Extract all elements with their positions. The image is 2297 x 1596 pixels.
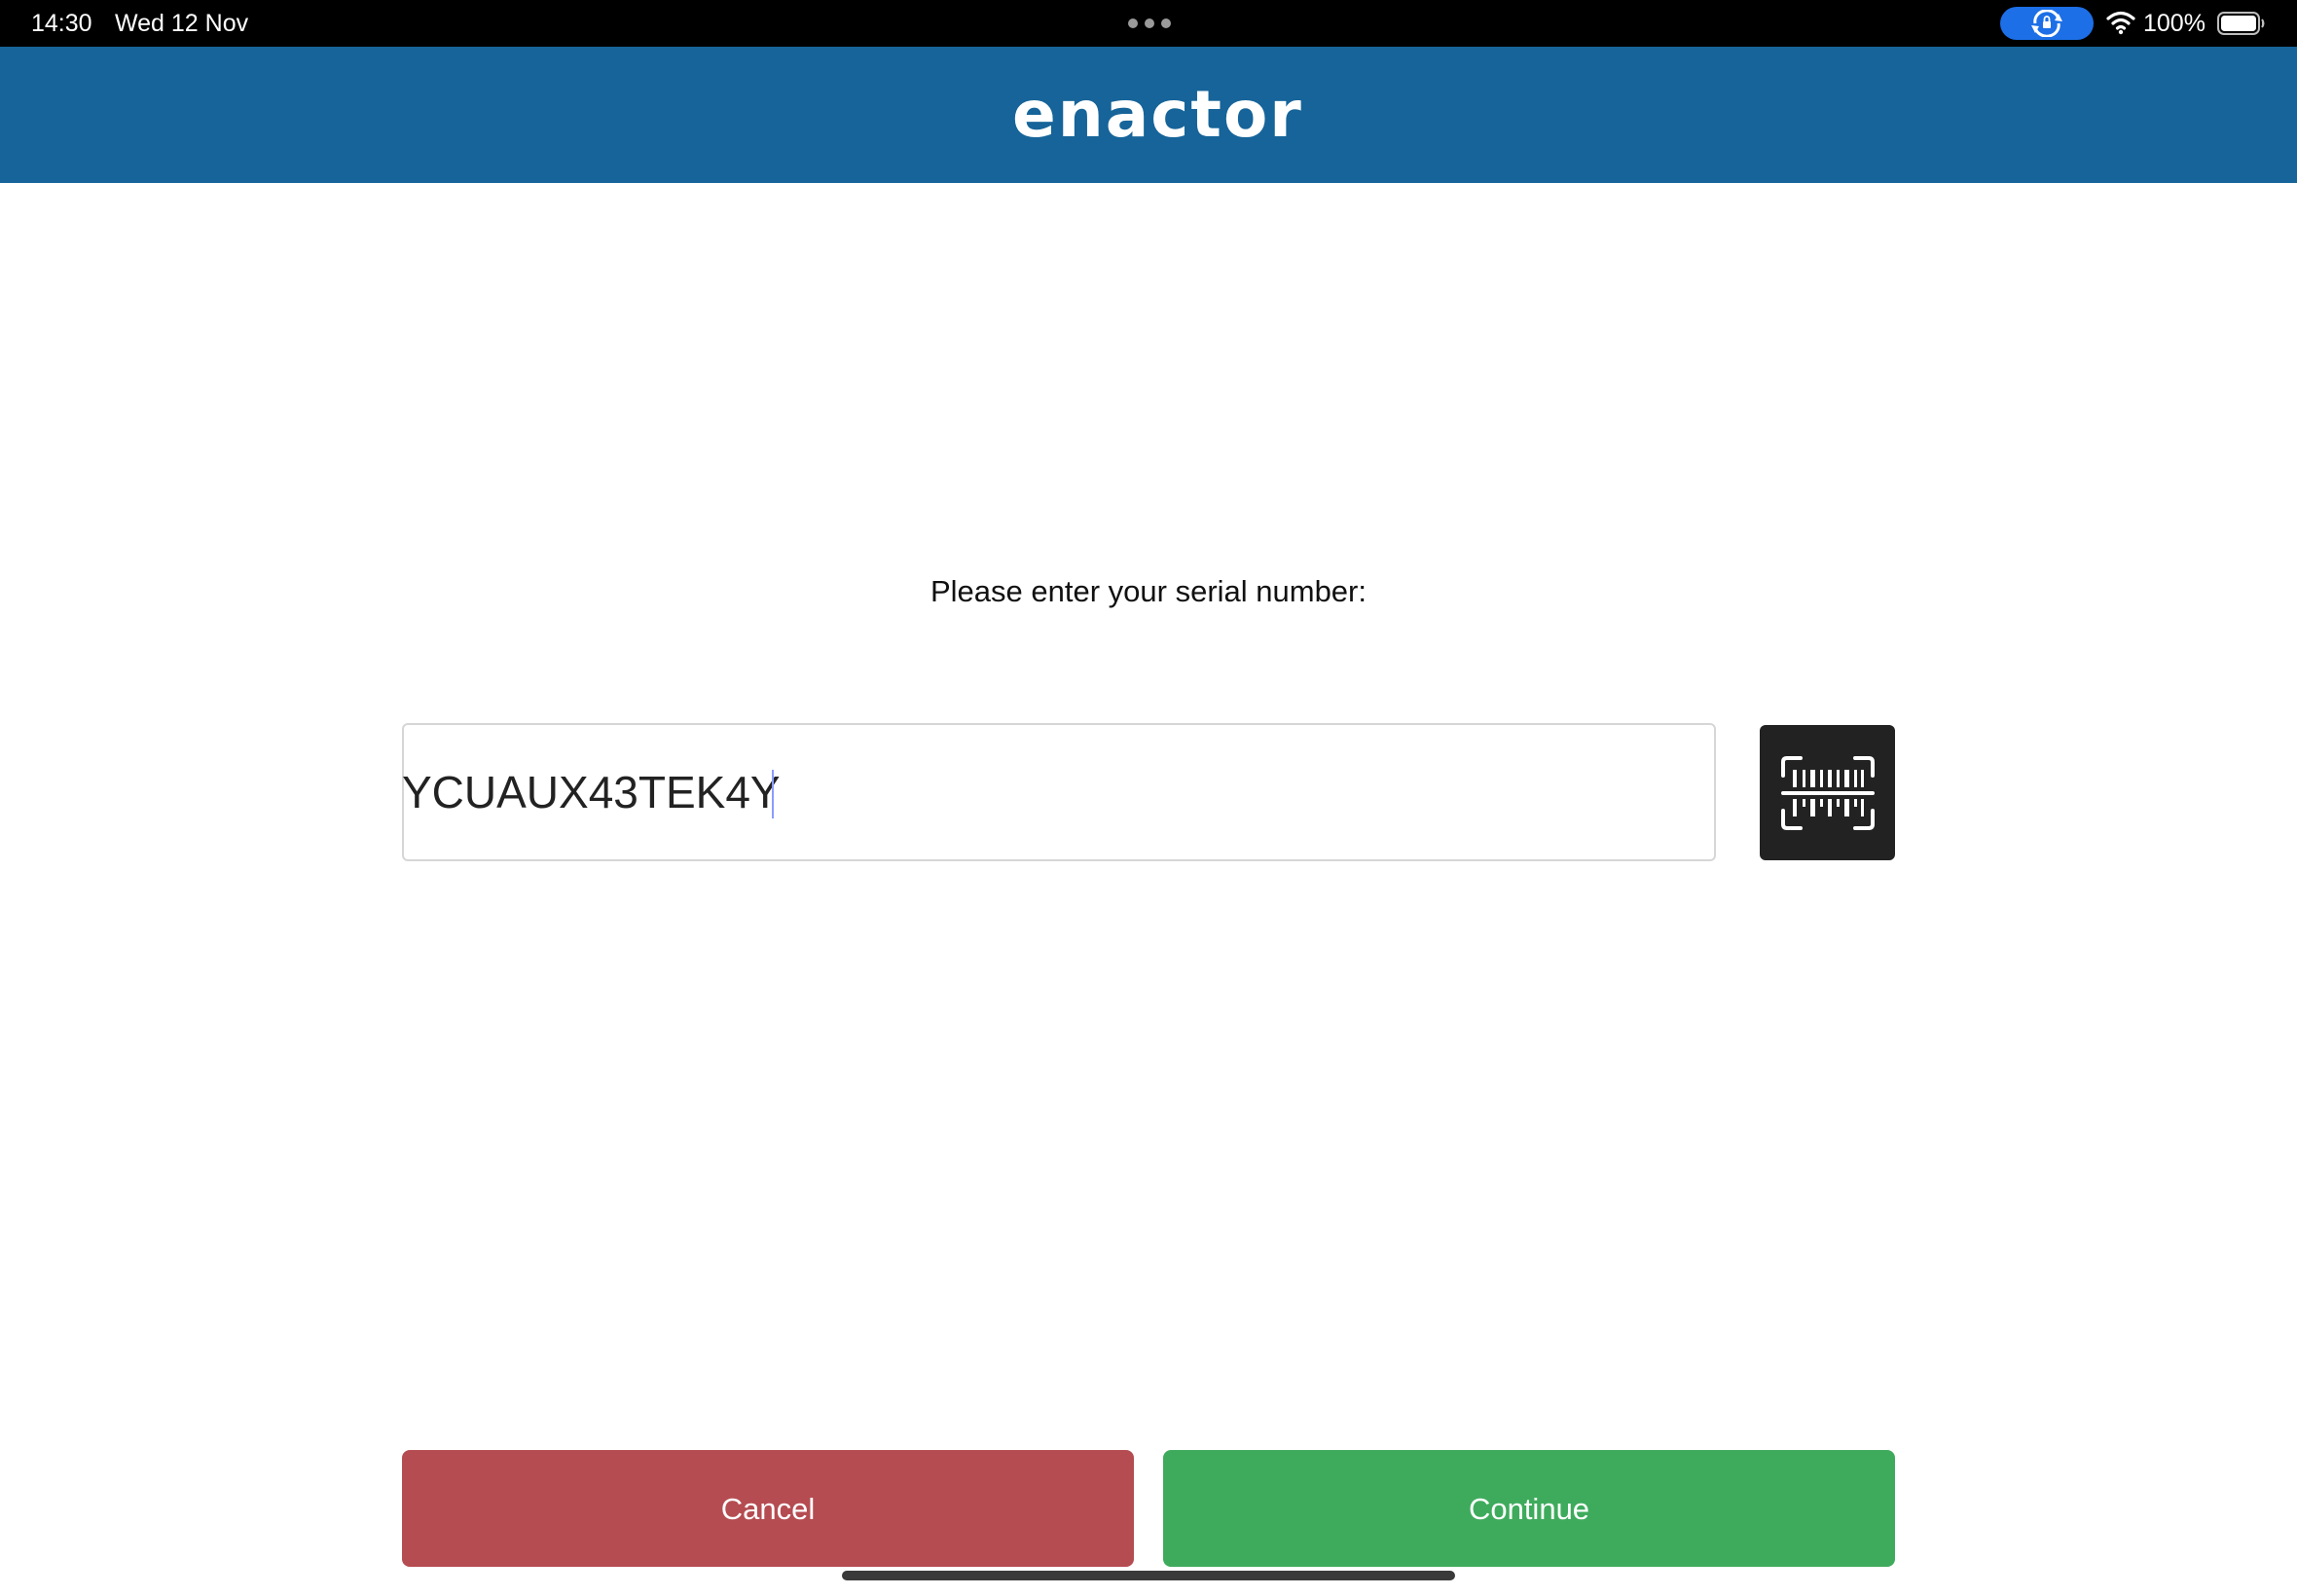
cancel-button[interactable]: Cancel (402, 1450, 1134, 1567)
app-header: enactor (0, 47, 2297, 183)
status-date: Wed 12 Nov (115, 10, 249, 37)
enactor-logo: enactor (1012, 72, 1301, 160)
rotation-lock-icon (2031, 10, 2062, 37)
continue-button[interactable]: Continue (1163, 1450, 1895, 1567)
serial-number-prompt: Please enter your serial number: (930, 574, 1367, 608)
rotation-lock-indicator (2000, 7, 2094, 40)
wifi-icon (2106, 11, 2135, 35)
status-time: 14:30 (31, 10, 92, 37)
barcode-scan-icon (1781, 756, 1875, 830)
serial-number-input[interactable] (402, 723, 1716, 861)
brand-name: enactor (1012, 77, 1303, 152)
home-indicator[interactable] (842, 1571, 1455, 1580)
battery-icon (2217, 12, 2265, 35)
multitask-dots-icon[interactable] (1127, 18, 1172, 29)
battery-percent: 100% (2143, 10, 2206, 37)
status-bar: 14:30 Wed 12 Nov 100% (0, 0, 2297, 47)
text-caret (772, 770, 774, 818)
barcode-scan-button[interactable] (1760, 725, 1895, 860)
